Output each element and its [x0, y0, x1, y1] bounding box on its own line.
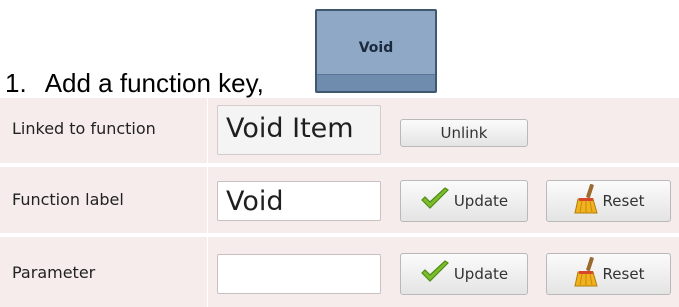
reset-button-label: Reset [602, 192, 645, 210]
step-text: Add a function key, [44, 68, 264, 98]
function-key-label: Void [358, 40, 394, 56]
update-button-label: Update [453, 265, 509, 283]
parameter-row: Parameter Update Reset [0, 237, 679, 307]
reset-function-label-button[interactable]: Reset [546, 180, 671, 222]
broom-icon [573, 183, 599, 219]
unlink-button-label: Unlink [440, 124, 488, 142]
function-label-label: Function label [12, 190, 124, 209]
unlink-button[interactable]: Unlink [400, 119, 528, 147]
reset-button-label: Reset [602, 265, 645, 283]
column-divider [207, 167, 208, 233]
instruction-step: 1. Add a function key, [5, 68, 264, 99]
checkmark-icon [420, 260, 450, 288]
update-parameter-button[interactable]: Update [400, 253, 528, 295]
checkmark-icon [420, 187, 450, 215]
parameter-input[interactable] [217, 254, 381, 294]
broom-icon [573, 256, 599, 292]
reset-parameter-button[interactable]: Reset [546, 253, 671, 295]
step-number: 1. [5, 68, 27, 98]
linked-function-label: Linked to function [12, 119, 156, 138]
function-key-shade [317, 74, 435, 91]
void-function-key[interactable]: Void [315, 9, 437, 93]
update-button-label: Update [453, 192, 509, 210]
linked-function-row: Linked to function Void Item Unlink [0, 98, 679, 163]
column-divider [207, 237, 208, 307]
linked-function-value: Void Item [217, 105, 381, 155]
parameter-label: Parameter [12, 263, 96, 282]
update-function-label-button[interactable]: Update [400, 180, 528, 222]
function-label-input[interactable] [217, 181, 381, 221]
column-divider [207, 98, 208, 163]
function-label-row: Function label Update Reset [0, 167, 679, 233]
